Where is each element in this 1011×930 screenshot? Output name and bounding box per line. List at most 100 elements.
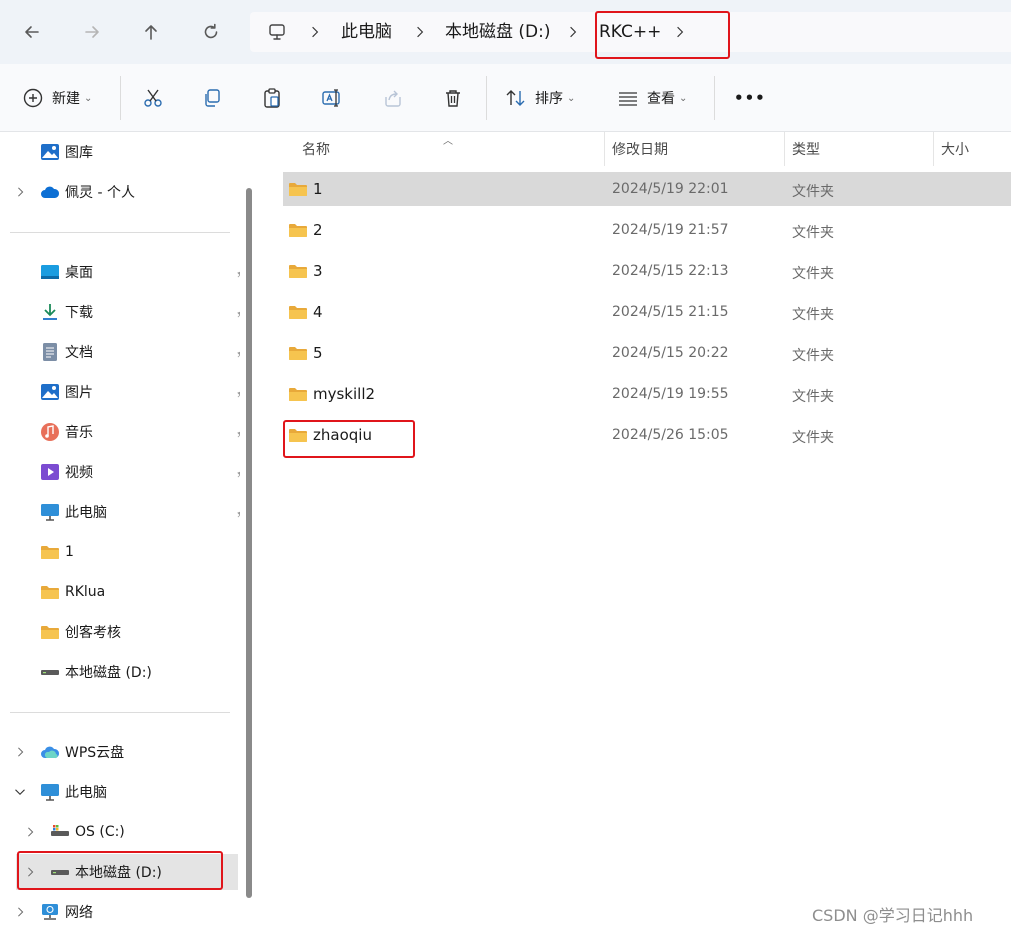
sidebar-scrollbar-thumb[interactable] <box>246 188 252 898</box>
more-options-button[interactable]: ••• <box>734 82 766 114</box>
sidebar-item-label: 本地磁盘 (D:) <box>75 865 162 881</box>
command-bar: 新建 ⌄ 排序 ⌄ 查看 ⌄ ••• <box>0 64 1011 132</box>
copy-icon <box>205 89 220 107</box>
folder-icon <box>289 265 307 278</box>
chevron-right-icon[interactable] <box>24 824 36 840</box>
chevron-right-icon[interactable] <box>14 184 26 200</box>
file-row[interactable]: 2 2024/5/19 21:57 文件夹 <box>283 213 1011 247</box>
sort-icon <box>506 90 525 106</box>
column-header-type[interactable]: 类型 <box>792 132 820 166</box>
column-divider[interactable] <box>784 132 785 166</box>
column-divider[interactable] <box>604 132 605 166</box>
toolbar-divider <box>714 76 715 120</box>
file-date: 2024/5/26 15:05 <box>612 427 729 443</box>
file-row[interactable]: 3 2024/5/15 22:13 文件夹 <box>283 254 1011 288</box>
sidebar-item-maker-assessment[interactable]: 创客考核 <box>16 614 238 650</box>
wps-cloud-icon <box>40 742 60 762</box>
file-row[interactable]: myskill2 2024/5/19 19:55 文件夹 <box>283 377 1011 411</box>
copy-button[interactable] <box>201 82 223 114</box>
chevron-right-icon[interactable] <box>414 22 426 42</box>
sidebar-item-downloads[interactable]: 下载 <box>16 294 249 330</box>
new-button[interactable]: 新建 ⌄ <box>22 82 92 114</box>
sort-ascending-icon: ︿ <box>443 136 453 147</box>
breadcrumb-root[interactable] <box>261 16 293 48</box>
folder-icon <box>289 183 307 196</box>
chevron-right-icon[interactable] <box>309 22 321 42</box>
sort-button[interactable]: 排序 ⌄ <box>505 82 575 114</box>
sidebar-item-label: 图片 <box>65 385 93 401</box>
share-button[interactable] <box>382 82 404 114</box>
sidebar-item-music[interactable]: 音乐 <box>16 414 249 450</box>
refresh-button[interactable] <box>195 16 227 48</box>
column-header-size[interactable]: 大小 <box>941 132 969 166</box>
chevron-right-icon[interactable] <box>24 864 36 880</box>
sidebar-item-label: 下载 <box>65 305 93 321</box>
file-row[interactable]: zhaoqiu 2024/5/26 15:05 文件夹 <box>283 418 1011 452</box>
sidebar-divider <box>10 712 230 713</box>
sidebar-item-this-pc-pinned[interactable]: 此电脑 <box>16 494 249 530</box>
sidebar-item-wps-cloud[interactable]: WPS云盘 <box>16 734 238 770</box>
sidebar-item-drive-d[interactable]: 本地磁盘 (D:) <box>16 854 238 890</box>
sidebar-item-onedrive[interactable]: 佩灵 - 个人 <box>16 174 238 210</box>
folder-icon <box>40 622 60 642</box>
onedrive-cloud-icon <box>40 182 60 202</box>
sidebar-item-os-c[interactable]: OS (C:) <box>16 814 238 850</box>
breadcrumb-item-this-pc[interactable]: 此电脑 <box>341 20 392 44</box>
sidebar-item-gallery[interactable]: 图库 <box>16 134 238 170</box>
sidebar-item-this-pc[interactable]: 此电脑 <box>14 774 238 810</box>
delete-button[interactable] <box>442 82 464 114</box>
column-header-name[interactable]: 名称 <box>302 132 330 166</box>
sidebar-item-folder-1[interactable]: 1 <box>16 534 238 570</box>
file-name: 1 <box>313 180 323 198</box>
column-header-date[interactable]: 修改日期 <box>612 132 668 166</box>
refresh-icon <box>204 23 218 39</box>
chevron-right-icon[interactable] <box>567 22 579 42</box>
sidebar-item-desktop[interactable]: 桌面 <box>16 254 249 290</box>
chevron-down-icon[interactable] <box>14 784 26 800</box>
file-type: 文件夹 <box>792 430 834 446</box>
forward-button[interactable] <box>76 16 108 48</box>
sidebar-item-label: 佩灵 - 个人 <box>65 185 135 201</box>
view-button[interactable]: 查看 ⌄ <box>617 82 687 114</box>
chevron-down-icon: ⌄ <box>567 92 576 104</box>
download-icon <box>40 302 60 322</box>
sidebar-item-label: 图库 <box>65 145 93 161</box>
folder-icon <box>289 306 307 319</box>
sort-label: 排序 <box>535 91 563 107</box>
chevron-down-icon: ⌄ <box>84 92 93 104</box>
toolbar-divider <box>486 76 487 120</box>
chevron-right-icon[interactable] <box>14 744 26 760</box>
file-name: 3 <box>313 262 323 280</box>
sidebar-item-label: 文档 <box>65 345 93 361</box>
gallery-icon <box>40 142 60 162</box>
file-row[interactable]: 5 2024/5/15 20:22 文件夹 <box>283 336 1011 370</box>
breadcrumb-item-rkc[interactable]: RKC++ <box>599 20 661 44</box>
up-arrow-icon <box>145 25 157 40</box>
sidebar-item-label: RKlua <box>65 584 106 600</box>
cut-button[interactable] <box>142 82 164 114</box>
document-icon <box>40 342 60 362</box>
chevron-down-icon: ⌄ <box>679 92 688 104</box>
file-row[interactable]: 1 2024/5/19 22:01 文件夹 <box>283 172 1011 206</box>
file-name: 2 <box>313 221 323 239</box>
sidebar-item-pictures[interactable]: 图片 <box>16 374 249 410</box>
rename-button[interactable] <box>321 82 343 114</box>
breadcrumb-item-drive-d[interactable]: 本地磁盘 (D:) <box>445 20 551 44</box>
file-type: 文件夹 <box>792 225 834 241</box>
up-button[interactable] <box>135 16 167 48</box>
back-button[interactable] <box>16 16 48 48</box>
file-name: 4 <box>313 303 323 321</box>
paste-button[interactable] <box>261 82 283 114</box>
file-row[interactable]: 4 2024/5/15 21:15 文件夹 <box>283 295 1011 329</box>
sidebar-item-videos[interactable]: 视频 <box>16 454 249 490</box>
sidebar-item-label: 网络 <box>65 905 93 921</box>
chevron-right-icon[interactable] <box>674 22 686 42</box>
sidebar-item-documents[interactable]: 文档 <box>16 334 249 370</box>
sidebar-item-drive-d-pinned[interactable]: 本地磁盘 (D:) <box>16 654 238 690</box>
column-divider[interactable] <box>933 132 934 166</box>
chevron-right-icon[interactable] <box>14 904 26 920</box>
file-date: 2024/5/15 22:13 <box>612 263 729 279</box>
clipboard-icon <box>264 88 280 108</box>
sidebar-item-network[interactable]: 网络 <box>16 894 238 930</box>
sidebar-item-rklua[interactable]: RKlua <box>16 574 238 610</box>
